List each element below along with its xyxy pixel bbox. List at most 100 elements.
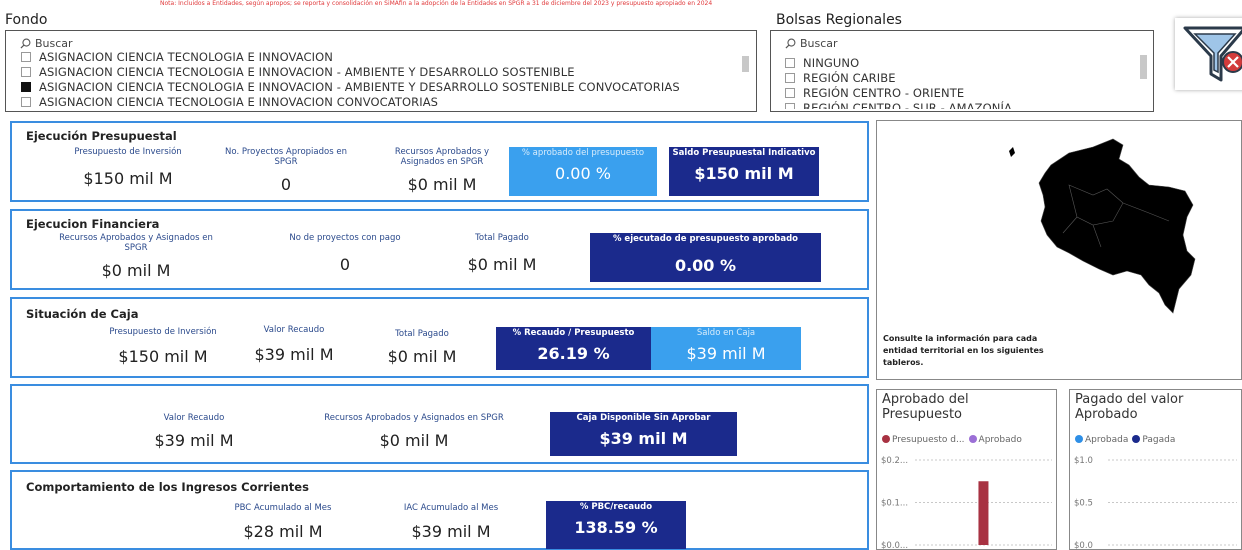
bolsas-scroll-thumb[interactable] (1140, 55, 1147, 79)
iac-label: IAC Acumulado al Mes (403, 503, 499, 513)
bolsas-slicer: Buscar NINGUNO REGIÓN CARIBE REGIÓN CENTRO… (770, 30, 1154, 112)
slicer-item[interactable]: REGIÓN CENTRO - SUR - AMAZONÍA (785, 100, 1135, 109)
search-icon (20, 38, 31, 49)
pct-recaudo-tile: % Recaudo / Presupuesto 26.19 % (496, 327, 651, 370)
fondo-slicer-title: Fondo (5, 12, 48, 28)
slicer-item-label: REGIÓN CARIBE (803, 70, 896, 85)
colombia-map-panel[interactable]: Consulte la información para cada entida… (876, 120, 1242, 380)
bolsas-slicer-title: Bolsas Regionales (776, 12, 902, 28)
bolsas-scrollbar[interactable] (1139, 53, 1148, 109)
chart-title: Pagado del valor Aprobado (1075, 392, 1184, 422)
slicer-item-label: ASIGNACION CIENCIA TECNOLOGIA E INNOVACI… (39, 49, 333, 64)
pagado-valor-aprobado-chart[interactable]: Pagado del valor Aprobado Aprobada Pagada… (1069, 389, 1242, 550)
fondo-scroll-thumb[interactable] (742, 56, 749, 72)
checkbox[interactable] (785, 87, 795, 98)
proyectos-value: 0 (280, 175, 292, 194)
iac-value: $39 mil M (411, 522, 491, 541)
legend-label: Aprobada (1085, 435, 1129, 445)
pct-aprobado-label: % aprobado del presupuesto (521, 148, 645, 158)
proyectos-pago-label: No de proyectos con pago (289, 233, 401, 243)
situacion-caja-card: Situación de Caja Presupuesto de Inversi… (10, 297, 869, 378)
card-title: Situación de Caja (26, 307, 139, 321)
presupuesto-value: $150 mil M (83, 169, 173, 188)
recursos-label: Recursos Aprobados y Asignados en SPGR (324, 413, 504, 423)
ingresos-corrientes-card: Comportamiento de los Ingresos Corriente… (10, 470, 869, 550)
bolsas-list: NINGUNO REGIÓN CARIBE REGIÓN CENTRO - ORIE… (785, 55, 1135, 109)
chart-plot: $1.0 $0.5 $0.0 (1074, 456, 1237, 550)
recursos-value: $0 mil M (101, 261, 171, 280)
chart-legend: Presupuesto d... Aprobado (882, 435, 1022, 445)
legend-item[interactable]: Presupuesto d... (882, 435, 965, 445)
caja-disponible-label: Caja Disponible Sin Aprobar (576, 413, 711, 423)
top-note: Nota: Incluidos a Entidades, según aprop… (160, 0, 713, 7)
pct-ejecutado-tile: % ejecutado de presupuesto aprobado 0.00… (590, 233, 821, 282)
slicer-item[interactable]: REGIÓN CENTRO - ORIENTE (785, 85, 1135, 100)
card-title: Comportamiento de los Ingresos Corriente… (26, 480, 309, 494)
slicer-item-label: ASIGNACION CIENCIA TECNOLOGIA E INNOVACI… (39, 64, 575, 79)
bolsas-search-placeholder: Buscar (800, 37, 838, 50)
pct-aprobado-value: 0.00 % (555, 164, 611, 183)
chart-title: Aprobado del Presupuesto (882, 392, 969, 422)
checkbox[interactable] (785, 57, 795, 68)
slicer-item[interactable]: ASIGNACION CIENCIA TECNOLOGIA E INNOVACI… (21, 94, 731, 109)
legend-label: Aprobado (978, 435, 1022, 445)
y-tick-label: $0.0... (881, 541, 908, 550)
recaudo-value: $39 mil M (154, 431, 234, 450)
search-icon (785, 38, 796, 49)
recursos-label: Recursos Aprobados y Asignados en SPGR (394, 147, 490, 167)
legend-item[interactable]: Aprobada (1075, 435, 1128, 445)
chart-legend: Aprobada Pagada (1075, 435, 1175, 445)
ejecucion-financiera-card: Ejecucion Financiera Recursos Aprobados … (10, 209, 869, 290)
slicer-item[interactable]: ASIGNACION CIENCIA TECNOLOGIA E INNOVACI… (21, 64, 731, 79)
legend-item[interactable]: Aprobado (968, 435, 1022, 445)
card-title: Ejecución Presupuestal (26, 129, 177, 143)
recaudo-value: $39 mil M (254, 345, 334, 364)
clear-filter-icon (1183, 26, 1242, 82)
recaudo-label: Valor Recaudo (263, 325, 325, 335)
pct-recaudo-label: % Recaudo / Presupuesto (512, 328, 635, 338)
bar[interactable] (978, 481, 989, 545)
total-pagado-value: $0 mil M (387, 347, 457, 366)
fondo-scrollbar[interactable] (741, 53, 750, 111)
checkbox[interactable] (785, 72, 795, 83)
pbc-label: PBC Acumulado al Mes (234, 503, 332, 513)
slicer-item[interactable]: NINGUNO (785, 55, 1135, 70)
legend-marker (968, 435, 977, 443)
caja-disponible-tile: Caja Disponible Sin Aprobar $39 mil M (550, 412, 737, 456)
checkbox[interactable] (21, 51, 31, 62)
slicer-item[interactable]: ASIGNACION CIENCIA TECNOLOGIA E INNOVACI… (21, 79, 731, 94)
proyectos-pago-value: 0 (339, 255, 351, 274)
slicer-item[interactable]: REGIÓN CARIBE (785, 70, 1135, 85)
total-pagado-label: Total Pagado (395, 329, 449, 339)
legend-label: Presupuesto d... (892, 435, 965, 445)
saldo-caja-tile: Saldo en Caja $39 mil M (651, 327, 801, 370)
clear-filters-button[interactable] (1175, 18, 1242, 90)
checkbox[interactable] (21, 66, 31, 77)
bolsas-search[interactable]: Buscar (785, 37, 838, 50)
recursos-value: $0 mil M (379, 431, 449, 450)
saldo-caja-value: $39 mil M (686, 344, 766, 363)
y-tick-label: $0.5 (1074, 499, 1093, 509)
presupuesto-label: Presupuesto de Inversión (74, 147, 182, 157)
legend-marker (882, 435, 890, 443)
y-tick-label: $0.1... (881, 499, 908, 509)
recaudo-label: Valor Recaudo (163, 413, 225, 423)
colombia-map[interactable] (973, 125, 1213, 325)
slicer-item-label: REGIÓN CENTRO - SUR - AMAZONÍA (803, 100, 1012, 110)
pct-pbc-tile: % PBC/recaudo 138.59 % (546, 501, 686, 549)
checkbox[interactable] (785, 102, 795, 109)
checkbox[interactable] (21, 96, 31, 107)
slicer-item-label: NINGUNO (803, 55, 860, 70)
presupuesto-label: Presupuesto de Inversión (109, 327, 217, 337)
checkbox-checked[interactable] (21, 81, 31, 92)
fondo-slicer: Buscar ASIGNACION CIENCIA TECNOLOGIA E I… (5, 30, 757, 112)
aprobado-presupuesto-chart[interactable]: Aprobado del Presupuesto Presupuesto d..… (876, 389, 1057, 550)
total-pagado-label: Total Pagado (475, 233, 529, 243)
presupuesto-value: $150 mil M (118, 347, 208, 366)
slicer-item-label: ASIGNACION CIENCIA TECNOLOGIA E INNOVACI… (39, 79, 680, 94)
slicer-item[interactable]: ASIGNACION CIENCIA TECNOLOGIA E INNOVACI… (21, 49, 731, 64)
legend-label: Pagada (1142, 435, 1176, 445)
y-tick-label: $0.0 (1074, 541, 1093, 550)
legend-item[interactable]: Pagada (1132, 435, 1175, 445)
pct-ejecutado-value: 0.00 % (674, 256, 737, 275)
